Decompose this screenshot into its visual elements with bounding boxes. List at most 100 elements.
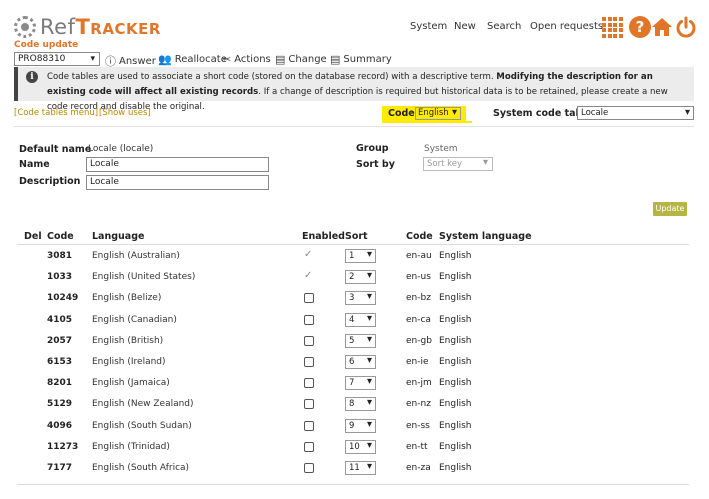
help-icon[interactable]: ? xyxy=(629,16,651,38)
row-system-language: English xyxy=(439,463,472,473)
table-row: 11273 English (Trinidad) 10 en-tt English xyxy=(17,437,689,458)
change-button[interactable]: ▤ Change xyxy=(275,53,327,66)
default-name-value: Locale (locale) xyxy=(88,144,154,154)
sort-select[interactable]: 2 xyxy=(345,270,376,285)
row-language: English (South Africa) xyxy=(92,463,190,473)
sort-select[interactable]: 11 xyxy=(345,461,376,475)
logo-text-tracker: Tracker xyxy=(75,15,161,39)
enabled-checkbox[interactable] xyxy=(304,293,314,304)
column-code: Code xyxy=(47,231,74,242)
row-language: English (South Sudan) xyxy=(92,420,192,431)
code-tables-menu-link[interactable]: [Code tables menu] xyxy=(14,108,98,118)
group-value: System xyxy=(424,144,458,154)
row-code: 6153 xyxy=(47,357,73,367)
sort-select[interactable]: 10 xyxy=(345,439,376,454)
enabled-checkbox[interactable] xyxy=(304,463,314,473)
reallocate-button[interactable]: 👥 Reallocate xyxy=(158,53,227,66)
logo-text-ref: Ref xyxy=(40,15,76,39)
row-code: 11273 xyxy=(47,441,79,452)
apps-grid-icon[interactable] xyxy=(601,16,623,38)
show-uses-link[interactable]: [Show uses] xyxy=(99,108,151,118)
default-name-label: Default name xyxy=(19,144,92,155)
sort-select[interactable]: 4 xyxy=(345,312,376,327)
column-system-language: System language xyxy=(439,231,532,242)
table-bottom-divider xyxy=(17,484,689,485)
name-input[interactable]: Locale xyxy=(86,157,269,172)
page-subtitle: Code update xyxy=(14,40,79,50)
sort-select[interactable]: 8 xyxy=(345,397,376,412)
row-locale-code: en-bz xyxy=(406,293,431,304)
row-locale-code: en-us xyxy=(406,272,431,283)
sort-select[interactable]: 9 xyxy=(345,418,376,433)
sort-select[interactable]: 6 xyxy=(345,355,376,369)
logo-icon xyxy=(14,16,36,38)
tools-icon: ✂ xyxy=(222,53,232,66)
summary-button[interactable]: ▤ Summary xyxy=(330,53,392,66)
enabled-checkbox[interactable] xyxy=(304,357,314,367)
document-icon: ▤ xyxy=(275,53,286,66)
description-label: Description xyxy=(19,176,81,187)
row-language: English (Jamaica) xyxy=(92,378,170,389)
nav-open-requests[interactable]: Open requests xyxy=(530,21,603,32)
enabled-checkbox[interactable] xyxy=(304,420,314,431)
code-filter-label: Code xyxy=(388,108,415,119)
row-code: 4096 xyxy=(47,420,73,431)
enabled-checkbox[interactable] xyxy=(304,441,314,452)
nav-system[interactable]: System xyxy=(410,21,447,32)
row-language: English (Ireland) xyxy=(92,357,166,367)
row-system-language: English xyxy=(439,378,472,389)
row-language: English (Canadian) xyxy=(92,314,177,325)
home-icon[interactable] xyxy=(651,16,673,38)
description-input[interactable]: Locale xyxy=(86,175,269,190)
row-code: 10249 xyxy=(47,293,79,304)
row-language: English (Trinidad) xyxy=(92,441,170,452)
record-select[interactable]: PRO88310 xyxy=(14,52,100,66)
table-row: 4096 English (South Sudan) 9 en-ss English xyxy=(17,416,689,437)
table-row: 2057 English (British) 5 en-gb English xyxy=(17,331,689,352)
users-icon: 👥 xyxy=(158,53,172,66)
row-locale-code: en-ie xyxy=(406,357,429,367)
row-code: 5129 xyxy=(47,399,73,410)
table-row: 4105 English (Canadian) 4 en-ca English xyxy=(17,310,689,331)
column-del: Del xyxy=(24,231,42,242)
enabled-checkbox[interactable] xyxy=(304,314,314,325)
enabled-check-icon: ✓ xyxy=(304,249,313,260)
row-code: 2057 xyxy=(47,335,73,346)
table-row: 6153 English (Ireland) 6 en-ie English xyxy=(17,352,689,373)
table-row: 1033 English (United States) ✓ 2 en-us Englis… xyxy=(17,267,689,288)
info-icon: i xyxy=(26,71,38,83)
table-row: 5129 English (New Zealand) 8 en-nz English xyxy=(17,394,689,415)
column-language: Language xyxy=(92,231,145,242)
actions-button[interactable]: ✂ Actions xyxy=(222,53,271,66)
sort-by-select[interactable]: Sort key xyxy=(423,157,493,171)
nav-new[interactable]: New xyxy=(454,21,476,32)
sort-select[interactable]: 1 xyxy=(345,249,376,263)
group-label: Group xyxy=(356,143,389,154)
nav-search[interactable]: Search xyxy=(487,21,521,32)
system-code-tables-select[interactable]: Locale xyxy=(577,106,694,120)
enabled-checkbox[interactable] xyxy=(304,378,314,389)
sort-select[interactable]: 3 xyxy=(345,291,376,306)
enabled-checkbox[interactable] xyxy=(304,399,314,410)
sort-select[interactable]: 5 xyxy=(345,333,376,348)
code-filter-select[interactable]: English xyxy=(415,107,461,120)
row-language: English (Belize) xyxy=(92,293,162,304)
update-button[interactable]: Update xyxy=(653,202,687,216)
sort-select[interactable]: 7 xyxy=(345,376,376,391)
row-locale-code: en-au xyxy=(406,251,432,261)
row-code: 1033 xyxy=(47,272,73,283)
list-icon: ▤ xyxy=(330,53,341,66)
enabled-checkbox[interactable] xyxy=(304,335,314,346)
row-language: English (British) xyxy=(92,335,164,346)
row-locale-code: en-jm xyxy=(406,378,432,389)
row-language: English (Australian) xyxy=(92,251,180,261)
row-locale-code: en-za xyxy=(406,463,431,473)
row-system-language: English xyxy=(439,420,472,431)
table-row: 8201 English (Jamaica) 7 en-jm English xyxy=(17,373,689,394)
app-logo[interactable]: RefTracker xyxy=(14,14,161,40)
row-code: 7177 xyxy=(47,463,73,473)
power-icon[interactable] xyxy=(675,16,697,38)
column-sort: Sort xyxy=(345,231,368,242)
row-system-language: English xyxy=(439,441,472,452)
highlight-underline xyxy=(382,121,472,123)
